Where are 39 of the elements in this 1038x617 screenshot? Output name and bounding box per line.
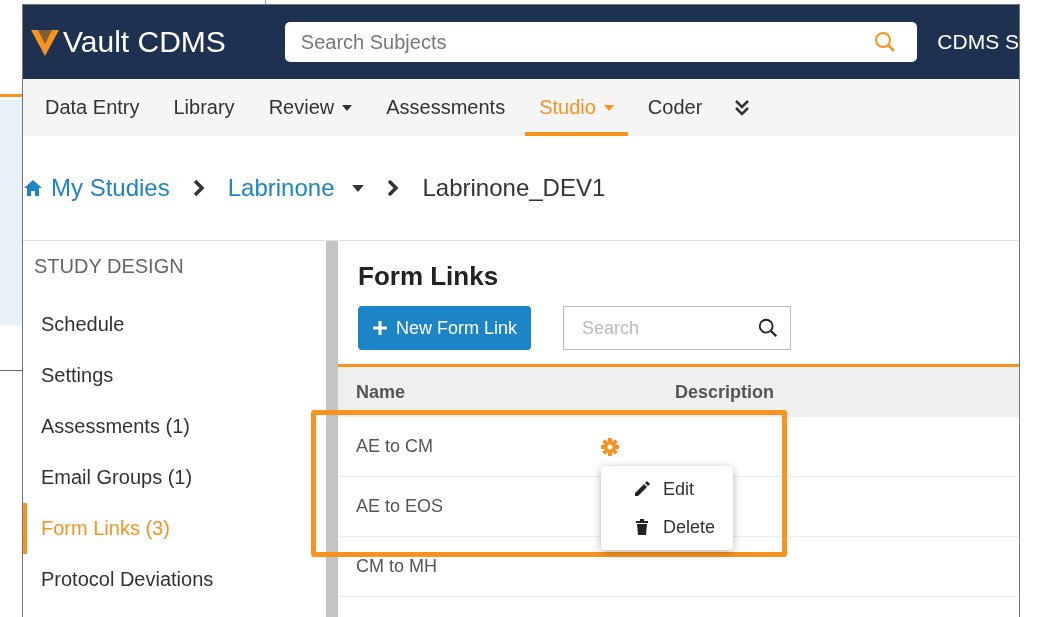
- search-icon: [757, 317, 780, 339]
- scrollbar[interactable]: [326, 241, 338, 617]
- caret-icon: [352, 184, 365, 192]
- nav-tab[interactable]: Data Entry: [31, 79, 154, 136]
- app-logo: Vault CDMS: [29, 25, 285, 59]
- sidebar-item[interactable]: Email Groups (1): [23, 452, 323, 503]
- caret-icon: [342, 104, 353, 111]
- table-cell: AE to CM: [356, 436, 434, 456]
- table-cell: AE to EOS: [356, 496, 444, 516]
- column-header: Name: [356, 381, 406, 402]
- home-icon: [23, 178, 43, 198]
- nav-tab[interactable]: Coder: [633, 79, 717, 136]
- sidebar-item[interactable]: Assessments (1): [23, 401, 323, 452]
- menu-item[interactable]: Edit: [601, 470, 733, 508]
- sidebar-item[interactable]: Settings: [23, 350, 323, 401]
- chevron-icon: [386, 178, 401, 198]
- nav-tab[interactable]: Library: [159, 79, 249, 136]
- plus-icon: [372, 320, 388, 336]
- sidebar-heading: STUDY DESIGN: [33, 255, 185, 279]
- pencil-icon: [633, 480, 651, 498]
- search-field[interactable]: Search Subjects: [284, 22, 918, 62]
- chevron-icon: [191, 178, 206, 198]
- breadcrumb-link[interactable]: Labrinone: [227, 174, 365, 202]
- nav-tab[interactable]: Assessments: [372, 79, 520, 136]
- sidebar-item[interactable]: Protocol Deviations: [23, 554, 323, 605]
- breadcrumb-current: Labrinone_DEV1: [422, 174, 606, 202]
- gear-icon[interactable]: [600, 437, 620, 457]
- breadcrumb-link[interactable]: My Studies: [23, 174, 170, 202]
- table-cell: CM to MH: [356, 556, 437, 576]
- new-form-link-button[interactable]: New Form Link: [358, 306, 532, 350]
- caret-icon: [603, 104, 614, 111]
- sidebar-item[interactable]: Schedule: [23, 299, 323, 350]
- trash-icon: [633, 518, 651, 536]
- menu-item[interactable]: Delete: [601, 508, 733, 546]
- nav-tab[interactable]: Review: [254, 79, 367, 136]
- page-title: Form Links: [358, 261, 500, 292]
- search-field[interactable]: Search: [563, 306, 792, 350]
- user-menu[interactable]: CDMS S: [937, 30, 1019, 54]
- column-header: Description: [675, 381, 775, 402]
